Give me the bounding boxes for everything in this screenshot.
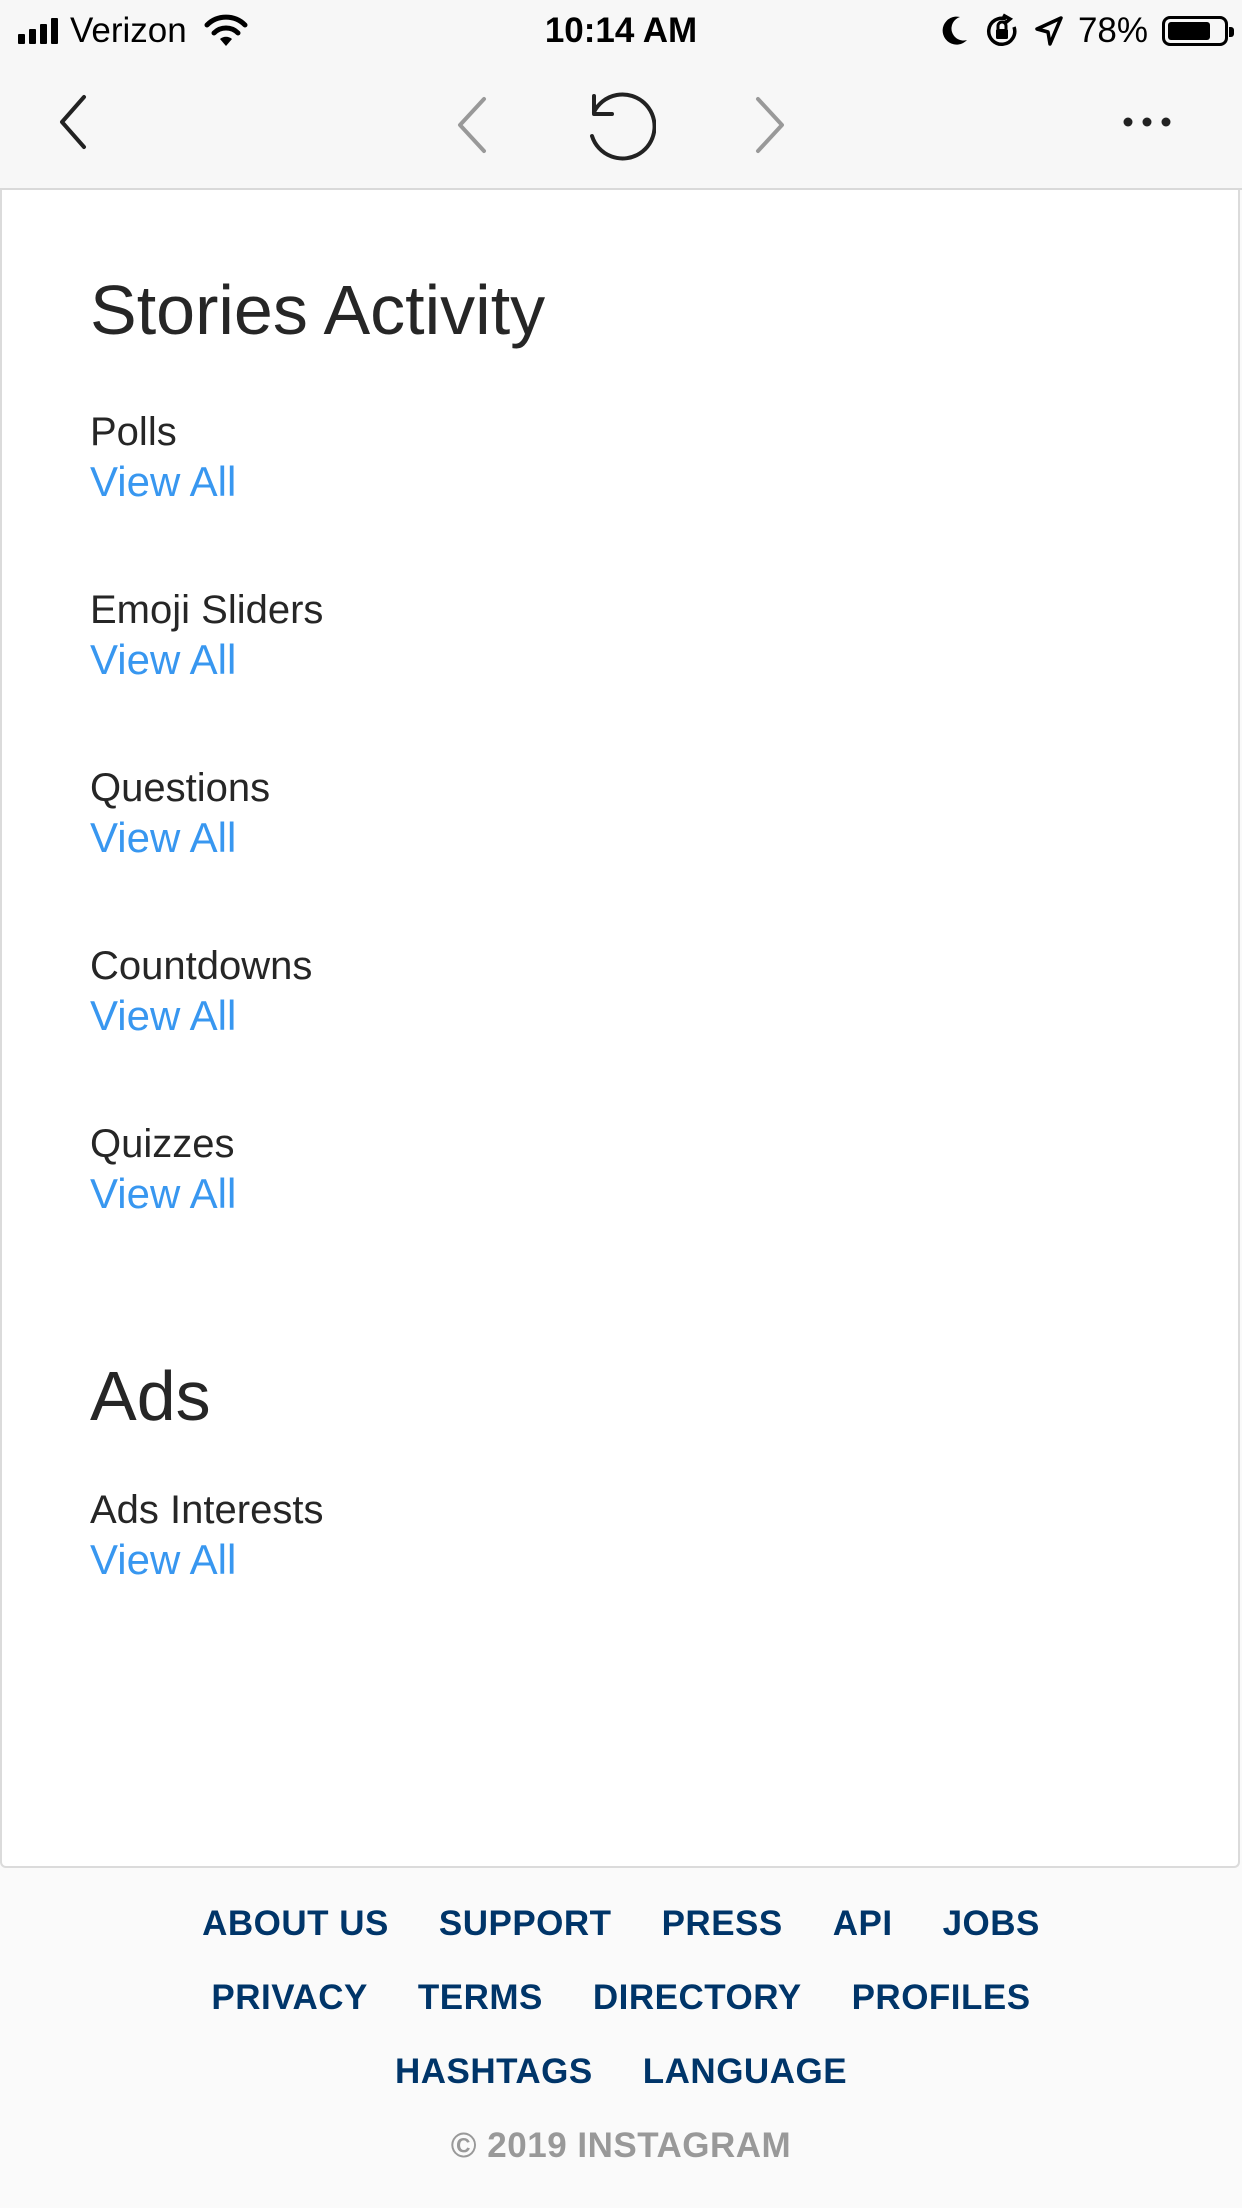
copyright-text: © 2019 INSTAGRAM [450, 2126, 792, 2165]
footer-link-terms[interactable]: TERMS [418, 1978, 543, 2018]
item-label: Polls [90, 410, 177, 454]
footer-link-about-us[interactable]: ABOUT US [202, 1904, 389, 1944]
footer-link-privacy[interactable]: PRIVACY [211, 1978, 368, 2018]
back-button[interactable] [44, 84, 104, 160]
stories-activity-title: Stories Activity [90, 271, 546, 349]
stories-item-countdowns: Countdowns View All [90, 942, 1150, 1042]
item-label: Countdowns [90, 944, 313, 988]
view-all-quizzes-link[interactable]: View All [90, 1168, 236, 1220]
view-all-emoji-sliders-link[interactable]: View All [90, 634, 236, 686]
footer-link-support[interactable]: SUPPORT [439, 1904, 612, 1944]
orientation-lock-icon [986, 13, 1017, 46]
browser-toolbar [0, 62, 1242, 190]
ads-title: Ads [90, 1357, 211, 1435]
item-label: Ads Interests [90, 1488, 324, 1532]
footer-link-language[interactable]: LANGUAGE [643, 2052, 847, 2092]
battery-icon [1162, 16, 1234, 46]
footer-link-jobs[interactable]: JOBS [943, 1904, 1040, 1944]
footer: ABOUT US SUPPORT PRESS API JOBS PRIVACY … [0, 1868, 1242, 2166]
browser-forward-icon [756, 97, 784, 153]
status-bar: Verizon 10:14 AM 78% [0, 0, 1242, 62]
moon-icon [942, 16, 967, 45]
footer-row-3: HASHTAGS LANGUAGE [0, 2052, 1242, 2092]
location-icon [1035, 16, 1063, 46]
browser-forward-button[interactable] [740, 90, 800, 160]
item-label: Quizzes [90, 1122, 235, 1166]
reload-icon [590, 92, 656, 161]
more-icon [1123, 117, 1171, 127]
stories-item-emoji-sliders: Emoji Sliders View All [90, 586, 1150, 686]
ads-item-interests: Ads Interests View All [90, 1486, 1150, 1586]
footer-row-1: ABOUT US SUPPORT PRESS API JOBS [0, 1904, 1242, 1944]
battery-level [1168, 22, 1211, 40]
view-all-questions-link[interactable]: View All [90, 812, 236, 864]
view-all-ads-interests-link[interactable]: View All [90, 1534, 236, 1586]
content-card: Stories Activity Polls View All Emoji Sl… [0, 190, 1240, 1868]
card-content: Stories Activity Polls View All Emoji Sl… [90, 270, 1150, 1586]
footer-row-2: PRIVACY TERMS DIRECTORY PROFILES [0, 1978, 1242, 2018]
view-all-polls-link[interactable]: View All [90, 456, 236, 508]
footer-link-profiles[interactable]: PROFILES [852, 1978, 1031, 2018]
battery-percent: 78% [1077, 11, 1148, 50]
stories-item-quizzes: Quizzes View All [90, 1120, 1150, 1220]
browser-back-icon [458, 97, 486, 153]
stories-item-questions: Questions View All [90, 764, 1150, 864]
reload-button[interactable] [576, 86, 660, 166]
item-label: Questions [90, 766, 271, 810]
footer-link-directory[interactable]: DIRECTORY [593, 1978, 802, 2018]
stories-item-polls: Polls View All [90, 408, 1150, 508]
footer-link-hashtags[interactable]: HASHTAGS [395, 2052, 593, 2092]
back-icon [60, 95, 86, 149]
more-button[interactable] [1112, 102, 1182, 142]
status-bar-right: 78% [940, 10, 1234, 52]
browser-back-button[interactable] [442, 90, 502, 160]
item-label: Emoji Sliders [90, 588, 324, 632]
footer-link-press[interactable]: PRESS [662, 1904, 783, 1944]
footer-link-api[interactable]: API [833, 1904, 893, 1944]
view-all-countdowns-link[interactable]: View All [90, 990, 236, 1042]
